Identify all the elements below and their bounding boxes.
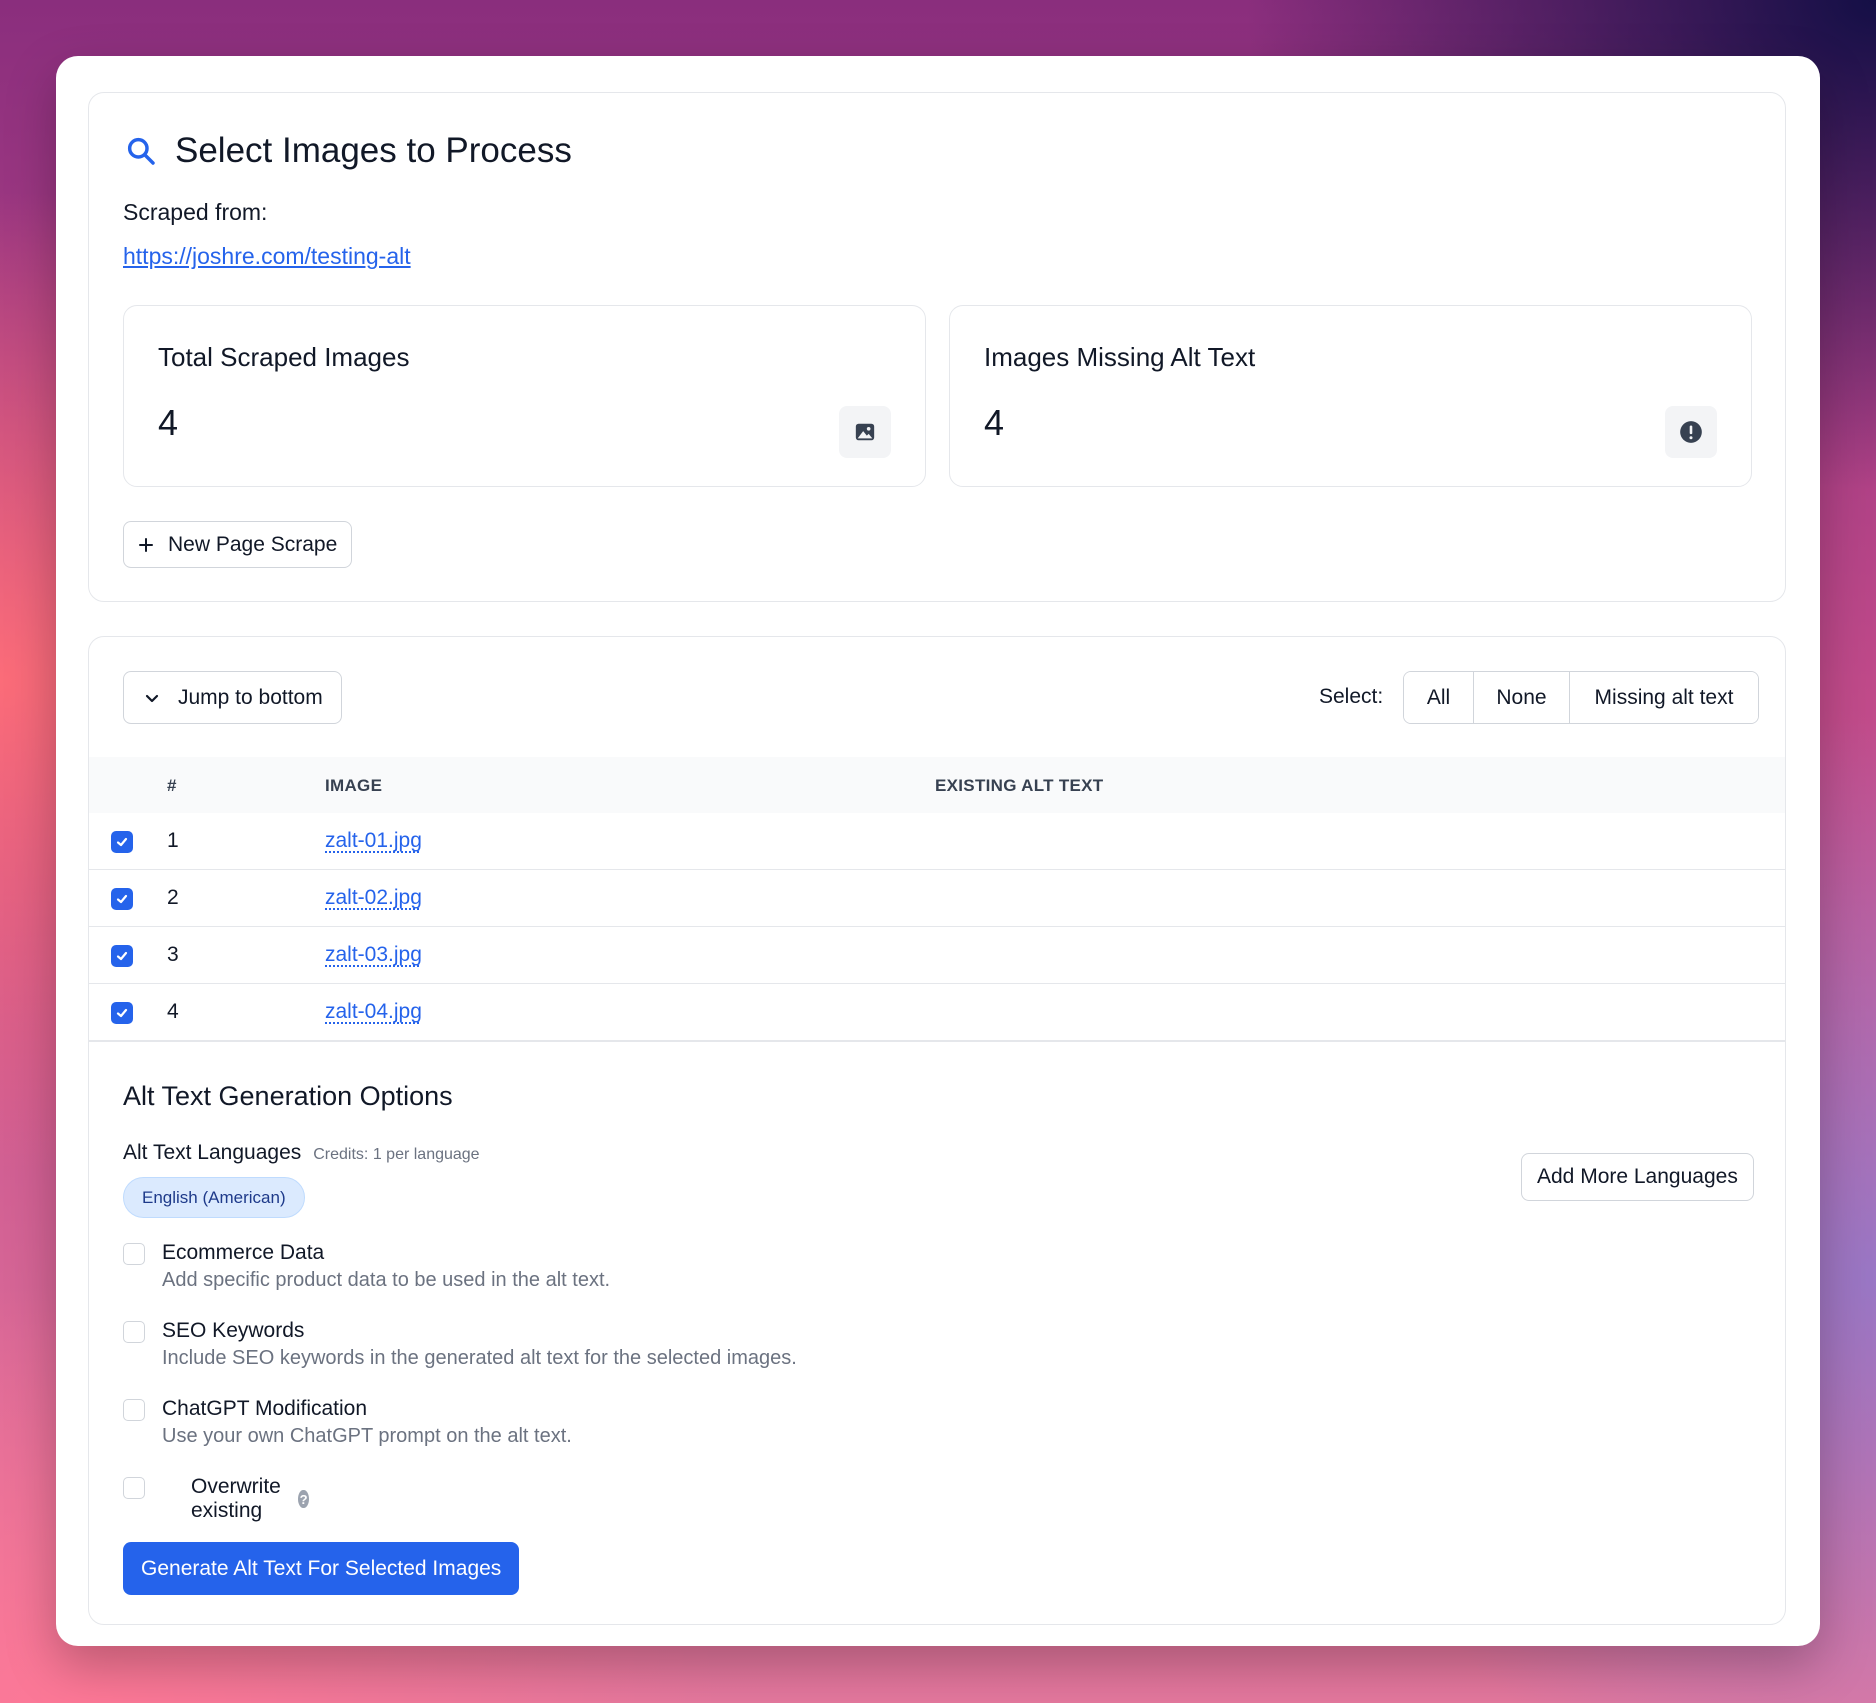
scraped-from-label: Scraped from:	[123, 199, 268, 225]
row-checkbox[interactable]	[111, 888, 133, 910]
credits-note: Credits: 1 per language	[313, 1146, 480, 1163]
table-row: 4 zalt-04.jpg	[89, 984, 1785, 1041]
row-number: 1	[167, 829, 179, 852]
option-description: Add specific product data to be used in …	[162, 1269, 611, 1291]
check-icon	[116, 1008, 128, 1018]
image-file-link[interactable]: zalt-01.jpg	[325, 829, 422, 853]
stat-card-total-images: Total Scraped Images 4	[123, 305, 926, 487]
row-number: 3	[167, 943, 179, 966]
page-header: Select Images to Process	[125, 131, 572, 171]
generate-alt-text-button[interactable]: Generate Alt Text For Selected Images	[123, 1542, 520, 1595]
select-button-group: All None Missing alt text	[1403, 671, 1759, 724]
stat-value: 4	[984, 402, 1005, 443]
check-icon	[116, 951, 128, 961]
stat-card-missing-alt: Images Missing Alt Text 4	[949, 305, 1752, 487]
column-header-image: IMAGE	[325, 776, 383, 795]
image-file-link[interactable]: zalt-03.jpg	[325, 943, 422, 967]
overwrite-label-row: Overwrite existing ?	[157, 1475, 309, 1523]
languages-label-row: Alt Text Languages Credits: 1 per langua…	[123, 1141, 480, 1165]
jump-to-bottom-button[interactable]: Jump to bottom	[123, 671, 342, 724]
option-checkbox[interactable]	[123, 1399, 145, 1421]
overwrite-label: Overwrite existing	[191, 1475, 281, 1522]
plus-icon	[139, 537, 153, 552]
stat-value: 4	[158, 402, 179, 443]
app-window: Select Images to Process Scraped from: h…	[56, 56, 1820, 1646]
option-description: Include SEO keywords in the generated al…	[162, 1347, 797, 1369]
search-icon	[127, 137, 155, 165]
option-checkbox[interactable]	[123, 1243, 145, 1265]
alert-circle-icon	[1665, 406, 1717, 458]
select-label: Select:	[1319, 685, 1384, 708]
table-row: 1 zalt-01.jpg	[89, 813, 1785, 870]
row-number: 2	[167, 886, 179, 909]
column-header-existing-alt: EXISTING ALT TEXT	[935, 776, 1104, 795]
select-all-button[interactable]: All	[1404, 672, 1474, 723]
row-checkbox[interactable]	[111, 1002, 133, 1024]
check-icon	[116, 894, 128, 904]
chevron-down-icon	[145, 694, 159, 702]
option-title: SEO Keywords	[162, 1319, 305, 1342]
check-icon	[116, 837, 128, 847]
jump-to-bottom-label: Jump to bottom	[178, 685, 323, 709]
section-divider	[89, 1040, 1785, 1042]
language-chip[interactable]: English (American)	[123, 1177, 305, 1218]
option-checkbox[interactable]	[123, 1321, 145, 1343]
image-file-link[interactable]: zalt-02.jpg	[325, 886, 422, 910]
row-checkbox[interactable]	[111, 945, 133, 967]
overwrite-checkbox[interactable]	[123, 1477, 145, 1499]
new-page-scrape-button[interactable]: New Page Scrape	[123, 521, 353, 568]
option-title: Ecommerce Data	[162, 1241, 325, 1264]
languages-label: Alt Text Languages	[123, 1141, 302, 1164]
stat-label: Images Missing Alt Text	[984, 342, 1256, 372]
table-row: 3 zalt-03.jpg	[89, 927, 1785, 984]
page-title: Select Images to Process	[175, 131, 572, 170]
column-header-number: #	[167, 776, 177, 795]
option-description: Use your own ChatGPT prompt on the alt t…	[162, 1425, 572, 1447]
new-page-scrape-label: New Page Scrape	[168, 532, 338, 556]
option-title: ChatGPT Modification	[162, 1397, 368, 1420]
options-title: Alt Text Generation Options	[123, 1081, 453, 1111]
scrape-summary-card: Select Images to Process Scraped from: h…	[88, 92, 1786, 602]
image-file-link[interactable]: zalt-04.jpg	[325, 1000, 422, 1024]
stat-label: Total Scraped Images	[158, 342, 410, 372]
image-selection-card: Jump to bottom Select: All None Missing …	[88, 636, 1786, 1625]
row-checkbox[interactable]	[111, 831, 133, 853]
scraped-url-link[interactable]: https://joshre.com/testing-alt	[123, 243, 411, 270]
help-icon[interactable]: ?	[298, 1490, 309, 1508]
select-none-button[interactable]: None	[1474, 672, 1570, 723]
row-number: 4	[167, 1000, 179, 1023]
table-header: # IMAGE EXISTING ALT TEXT	[89, 757, 1785, 813]
image-icon	[839, 406, 891, 458]
select-missing-alt-button[interactable]: Missing alt text	[1570, 672, 1758, 723]
add-more-languages-button[interactable]: Add More Languages	[1521, 1153, 1754, 1201]
table-row: 2 zalt-02.jpg	[89, 870, 1785, 927]
